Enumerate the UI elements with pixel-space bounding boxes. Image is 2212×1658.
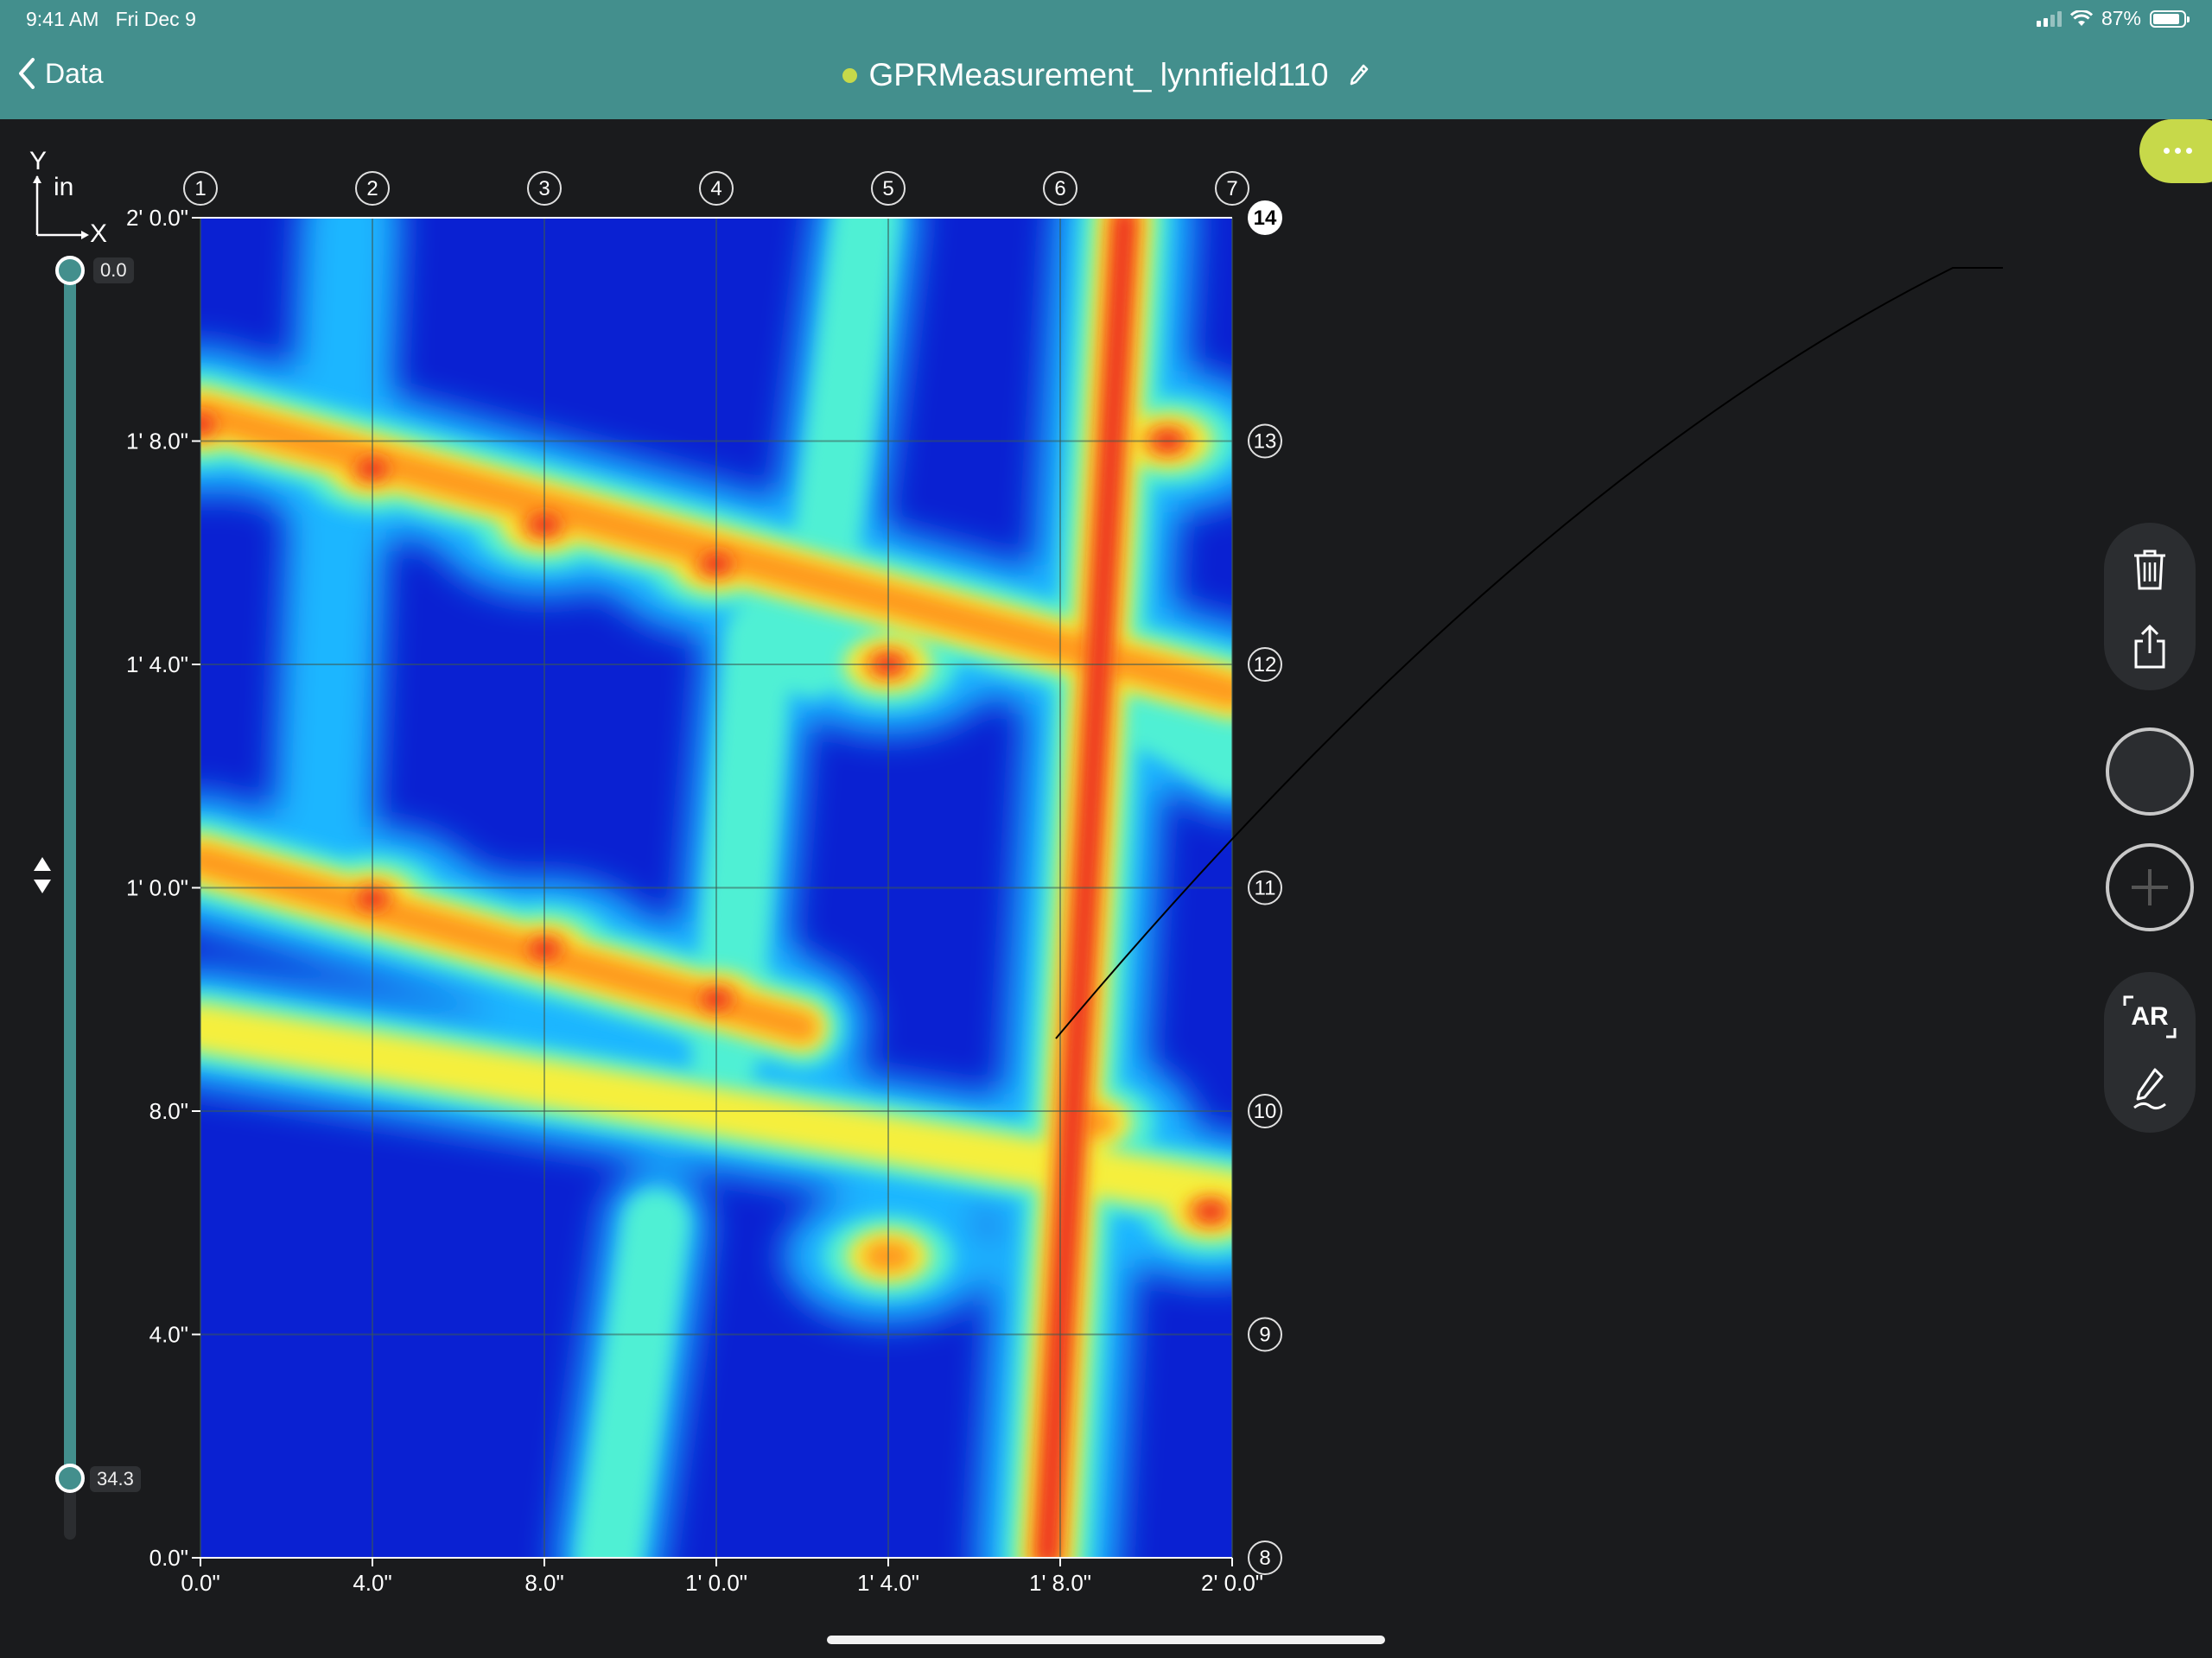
plus-icon [2132,869,2168,905]
battery-icon [2150,10,2190,28]
record-button[interactable] [2106,727,2194,816]
heatmap-line-8 [575,1189,690,1558]
delete-button[interactable] [2104,535,2196,604]
y-line-marker-label: 11 [1255,877,1276,900]
tool-group-file [2104,523,2196,690]
x-axis-ticks: 0.0" 4.0" 8.0" 1' 0.0" 1' 4.0" 1' 8.0" 2' 0.0" [181,1558,1263,1596]
y-tick-label: 2' 0.0" [126,205,188,231]
y-line-marker-label: 12 [1254,653,1277,677]
x-scan-line-markers: 1 2 3 4 5 6 7 [183,171,1249,206]
x-line-marker-label: 7 [1226,177,1237,200]
tool-group-view: AR [2104,972,2196,1133]
x-tick-label: 1' 8.0" [1029,1570,1091,1596]
pencil-icon [2133,1068,2166,1110]
y-line-marker-label: 9 [1259,1324,1270,1347]
ar-frame-icon [2123,995,2177,1039]
y-tick-label: 1' 8.0" [126,429,188,454]
x-line-marker-label: 4 [710,177,721,200]
draw-button[interactable] [2104,1055,2196,1124]
y-tick-label: 1' 4.0" [126,651,188,677]
more-options-button[interactable] [2139,119,2212,183]
y-line-marker-label: 8 [1259,1547,1270,1570]
y-line-marker-label: 13 [1254,430,1277,454]
y-axis-ticks: 0.0" 4.0" 8.0" 1' 0.0" 1' 4.0" 1' 8.0" 2' 0.0" [126,205,200,1571]
heatmap-line-5 [270,218,402,938]
battery-percent: 87% [2101,7,2141,29]
cellular-signal-icon [2036,10,2062,27]
y-line-marker-label: 14 [1254,206,1277,230]
x-line-marker-label: 5 [882,177,893,200]
trash-icon [2134,549,2165,590]
heatmap-spot-19 [1196,1202,1225,1221]
x-line-marker-label: 2 [366,177,378,200]
gpr-heatmap-chart[interactable]: 0.0" 4.0" 8.0" 1' 0.0" 1' 4.0" 1' 8.0" 2' 0.0"… [0,0,1469,1658]
y-line-marker-label: 10 [1254,1100,1277,1123]
x-tick-label: 1' 0.0" [685,1570,747,1596]
y-tick-label: 4.0" [149,1322,188,1348]
x-line-marker-label: 3 [538,177,550,200]
home-indicator [827,1636,1385,1644]
status-indicators: 87% [2036,7,2190,30]
x-line-marker-label: 1 [194,177,206,200]
x-line-marker-label: 6 [1054,177,1065,200]
share-button[interactable] [2104,613,2196,682]
ar-view-button[interactable]: AR [2104,982,2196,1051]
y-tick-label: 0.0" [149,1545,188,1571]
add-button[interactable] [2106,843,2194,931]
x-tick-label: 1' 4.0" [857,1570,919,1596]
x-tick-label: 2' 0.0" [1201,1570,1263,1596]
more-icon [2164,148,2192,154]
share-icon [2134,624,2165,669]
y-tick-label: 8.0" [149,1098,188,1124]
x-tick-label: 8.0" [524,1570,563,1596]
y-tick-label: 1' 0.0" [126,875,188,901]
x-tick-label: 0.0" [181,1570,219,1596]
x-tick-label: 4.0" [353,1570,391,1596]
wifi-icon [2069,10,2093,26]
y-scan-line-markers: 8 9 10 11 12 13 14 [1248,200,1282,1575]
